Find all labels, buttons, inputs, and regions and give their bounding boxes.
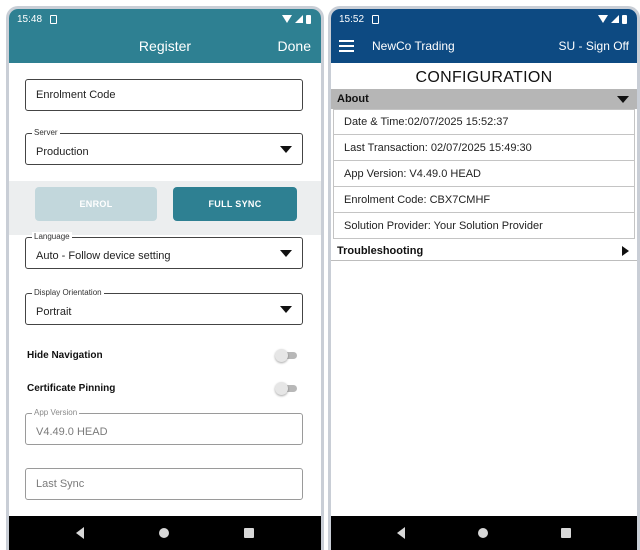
certificate-pinning-row: Certificate Pinning (27, 378, 303, 398)
server-select[interactable]: Server Production (25, 128, 303, 165)
wifi-icon (598, 15, 608, 23)
home-icon[interactable] (158, 528, 169, 538)
recents-icon[interactable] (560, 528, 571, 538)
sign-off-button[interactable]: SU - Sign Off (559, 39, 629, 53)
chevron-down-icon (280, 306, 292, 313)
enrol-button[interactable]: ENROL (35, 187, 157, 221)
hide-navigation-row: Hide Navigation (27, 345, 303, 365)
battery-icon (306, 14, 311, 24)
system-navigation-bar (331, 516, 637, 550)
register-header: Register Done (9, 29, 321, 63)
language-legend: Language (32, 232, 72, 241)
certificate-pinning-label: Certificate Pinning (27, 382, 116, 394)
list-item: App Version: V4.49.0 HEAD (333, 161, 635, 187)
list-item: Enrolment Code: CBX7CMHF (333, 187, 635, 213)
app-version-field: App Version V4.49.0 HEAD (25, 408, 303, 445)
enrolment-code-input[interactable]: Enrolment Code (25, 79, 303, 111)
status-bar: 15:52 (331, 9, 637, 29)
app-header: NewCo Trading SU - Sign Off (331, 29, 637, 63)
troubleshooting-label: Troubleshooting (337, 244, 424, 257)
status-time: 15:48 (17, 13, 43, 25)
back-icon[interactable] (76, 527, 85, 539)
hide-navigation-toggle[interactable] (275, 349, 297, 362)
configuration-phone: 15:52 NewCo Trading SU - Sign Off CONFIG… (328, 6, 640, 550)
orientation-legend: Display Orientation (32, 288, 104, 297)
battery-icon (622, 14, 627, 24)
chevron-right-icon (622, 245, 629, 256)
about-section-header[interactable]: About (331, 89, 637, 109)
signal-icon (295, 15, 303, 23)
app-version-legend: App Version (32, 408, 80, 417)
last-sync-placeholder: Last Sync (36, 478, 85, 490)
status-bar: 15:48 (9, 9, 321, 29)
certificate-pinning-toggle[interactable] (275, 382, 297, 395)
chevron-down-icon (280, 250, 292, 257)
back-icon[interactable] (397, 527, 406, 539)
page-title: CONFIGURATION (415, 69, 553, 86)
sim-icon (372, 14, 380, 24)
app-version-value: V4.49.0 HEAD (36, 426, 108, 438)
signal-icon (611, 15, 619, 23)
button-strip: ENROL FULL SYNC (9, 181, 321, 235)
chevron-down-icon (617, 95, 629, 103)
list-item: Last Transaction: 02/07/2025 15:49:30 (333, 135, 635, 161)
register-form: Enrolment Code Server Production ENROL F… (9, 63, 321, 516)
full-sync-button[interactable]: FULL SYNC (173, 187, 297, 221)
wifi-icon (282, 15, 292, 23)
enrolment-code-placeholder: Enrolment Code (36, 89, 116, 101)
orientation-value: Portrait (36, 306, 72, 318)
page-title: Register (138, 38, 192, 54)
status-time: 15:52 (339, 13, 365, 25)
register-phone: 15:48 Register Done Enrolment Code Serve… (6, 6, 324, 550)
toggle-knob (275, 382, 288, 395)
list-item: Date & Time:02/07/2025 15:52:37 (333, 109, 635, 135)
troubleshooting-section-header[interactable]: Troubleshooting (331, 241, 637, 261)
about-list: Date & Time:02/07/2025 15:52:37 Last Tra… (331, 109, 637, 239)
system-navigation-bar (9, 516, 321, 550)
language-value: Auto - Follow device setting (36, 250, 171, 262)
recents-icon[interactable] (243, 528, 254, 538)
hamburger-menu-icon[interactable] (339, 40, 354, 52)
last-sync-field: Last Sync (25, 468, 303, 500)
about-label: About (337, 93, 369, 105)
app-name: NewCo Trading (372, 39, 455, 53)
display-orientation-select[interactable]: Display Orientation Portrait (25, 288, 303, 325)
language-select[interactable]: Language Auto - Follow device setting (25, 232, 303, 269)
sim-icon (50, 14, 58, 24)
done-button[interactable]: Done (278, 38, 311, 54)
server-legend: Server (32, 128, 60, 137)
list-item: Solution Provider: Your Solution Provide… (333, 213, 635, 239)
chevron-down-icon (280, 146, 292, 153)
hide-navigation-label: Hide Navigation (27, 349, 103, 361)
toggle-knob (275, 349, 288, 362)
server-value: Production (36, 146, 89, 158)
home-icon[interactable] (477, 528, 488, 538)
